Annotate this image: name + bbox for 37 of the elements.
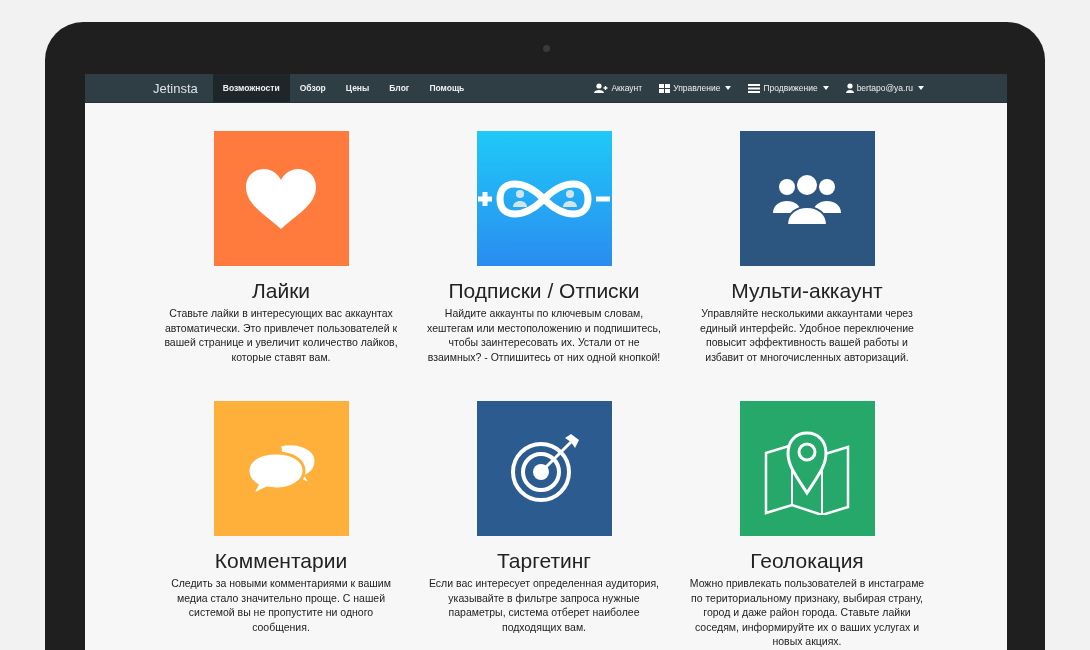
feature-title: Геолокация (750, 549, 864, 573)
nav-link[interactable]: Цены (335, 74, 380, 102)
add-user-icon (594, 83, 609, 93)
feature-title: Мульти-аккаунт (731, 279, 883, 303)
nav-menu-label: Аккаунт (611, 83, 643, 93)
caret-icon (918, 86, 924, 90)
nav-menu-link[interactable]: bertapo@ya.ru (836, 74, 932, 102)
feature-description: Можно привлекать пользователей в инстаграме по териториальному признаку, выбирая страну, город и даже район города. Ставьте лайки соседям, информируйте их о ваших услугах и новых акциях. (688, 576, 926, 649)
nav-menu-label: Управление (673, 83, 721, 93)
caret-icon (725, 86, 732, 90)
nav-menu-label: bertapo@ya.ru (856, 83, 913, 93)
nav-link[interactable]: Возможности (212, 74, 290, 102)
feature-title: Подписки / Отписки (448, 279, 640, 303)
nav-menu-link[interactable]: Аккаунт (585, 74, 651, 102)
list-icon (748, 83, 761, 93)
people-icon (773, 172, 841, 225)
grid-icon (659, 83, 671, 93)
nav-link[interactable]: Помощь (419, 74, 475, 102)
feature-title: Таргетинг (497, 549, 591, 573)
nav-menu-link[interactable]: Продвижение (739, 74, 837, 102)
feature-title: Лайки (251, 279, 311, 303)
nav-menu-link[interactable]: Управление (650, 74, 740, 102)
feature-description: Следить за новыми комментариями к вашим медиа стало значительно проще. С нашей системой вы не пропустите ни одного сообщения. (170, 576, 392, 634)
caret-icon (822, 86, 829, 90)
feature-description: Ставьте лайки в интересующих вас аккаунтах автоматически. Это привлечет пользователей к вашей странице и увеличит количество лайков, которые ставят вам. (163, 306, 399, 364)
feature-description: Управляйте несколькими аккаунтами через единый интерфейс. Удобное переключение повысит эффективность вашей работы и избавит от многочисленных авторизаций. (699, 306, 915, 364)
feature-title: Комментарии (214, 549, 348, 573)
camera-dot (543, 45, 550, 52)
feature-description: Если вас интересует определенная аудитория, указывайте в фильтре запроса нужные параметры, система отберет наиболее подходящих вам. (427, 576, 660, 634)
user-icon (845, 83, 854, 93)
target-icon (509, 433, 579, 504)
feature-description: Найдите аккаунты по ключевым словам, хештегам или местоположению и подпишитесь, чтобы заинтересовать их. Устали от не взаимных? - Отпишитесь от них одной кнопкой! (426, 306, 662, 364)
nav-menu-label: Продвижение (763, 83, 818, 93)
nav-link[interactable]: Обзор (289, 74, 336, 102)
brand-logo[interactable]: Jetinsta (153, 74, 198, 102)
nav-link[interactable]: Блог (379, 74, 420, 102)
heart-icon (246, 168, 316, 229)
